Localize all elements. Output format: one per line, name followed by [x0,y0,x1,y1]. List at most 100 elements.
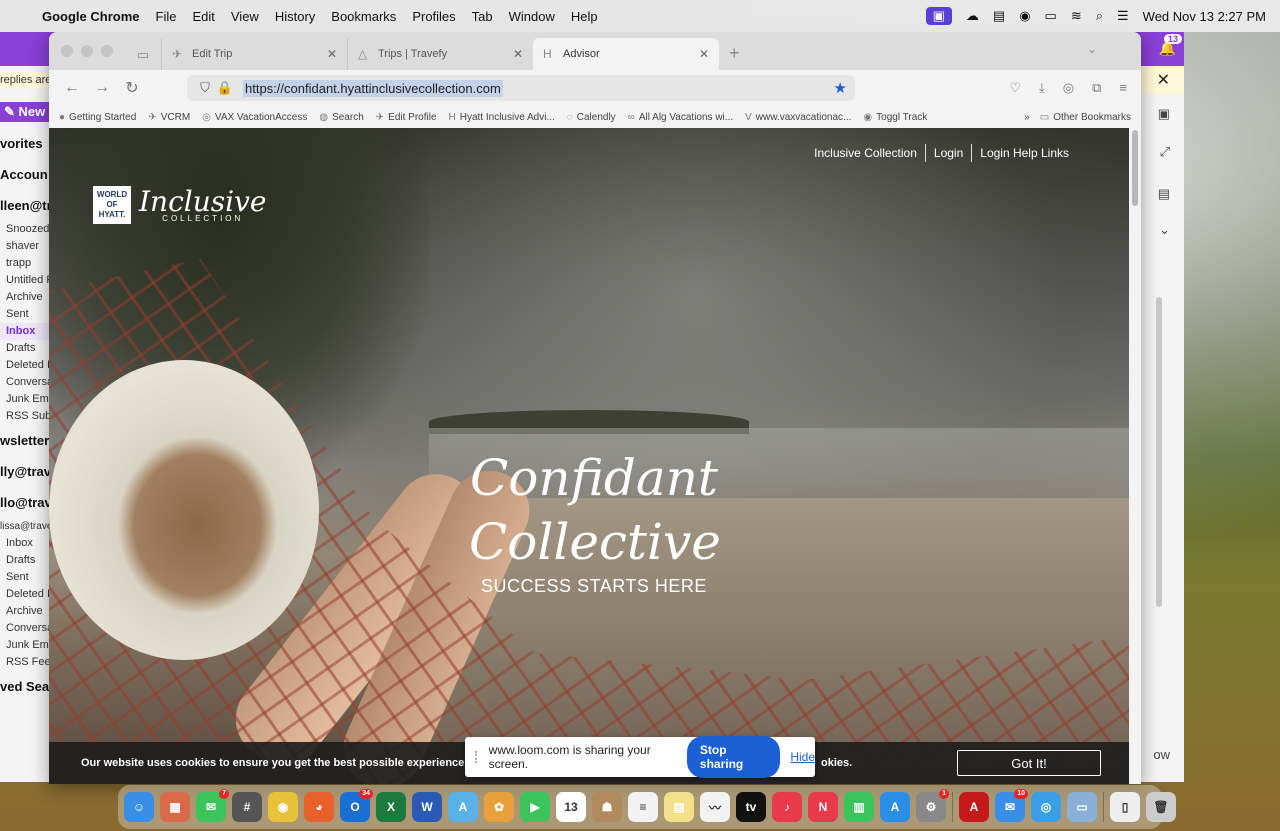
address-bar[interactable]: ⛉ 🔒 https://confidant.hyattinclusivecoll… [187,75,855,101]
close-tab-icon[interactable]: ✕ [699,47,709,61]
drag-handle-icon[interactable] [475,751,481,763]
panel-toggle-icon[interactable]: ▣ [1158,106,1170,122]
reload-icon[interactable]: ↻ [117,78,147,98]
close-window-button[interactable] [61,45,73,57]
mail-scrollbar[interactable] [1156,297,1162,607]
dock-tv-icon[interactable]: tv [736,792,766,822]
hide-banner-link[interactable]: Hide [790,750,815,764]
chevron-down-icon[interactable]: ⌄ [1159,222,1170,238]
menu-app-name[interactable]: Google Chrome [42,9,148,24]
screen-share-icon[interactable]: ▣ [925,7,952,25]
bookmark-item[interactable]: ◎ VAX VacationAccess [202,112,307,123]
stop-sharing-button[interactable]: Stop sharing [686,736,781,778]
dock-excel-icon[interactable]: X [376,792,406,822]
dock-system-settings-icon[interactable]: ⚙ 1 [916,789,949,822]
zoom-window-button[interactable] [101,45,113,57]
cloud-icon[interactable]: ☁ [966,8,979,24]
menu-edit[interactable]: Edit [184,9,222,24]
dock-facetime-icon[interactable]: ▶ [520,792,550,822]
dock-maps-icon[interactable]: A [448,792,478,822]
menu-help[interactable]: Help [563,9,606,24]
dock-calendar-icon[interactable]: 13 [556,792,586,822]
bookmark-item[interactable]: ◌ Calendly [567,112,616,123]
tab-list-chevron-icon[interactable]: ⌄ [1087,42,1097,56]
more-bookmarks-icon[interactable]: » [1024,112,1030,123]
dock-numbers-icon[interactable]: ▥ [844,792,874,822]
account-icon[interactable]: ◎ [1063,80,1074,96]
dock-reminders-icon[interactable]: ≡ [628,792,658,822]
lock-icon[interactable]: 🔒 [215,80,235,96]
nav-login[interactable]: Login [926,146,971,160]
close-tab-icon[interactable]: ✕ [513,47,523,61]
dock-calculator-icon[interactable]: # [232,792,262,822]
bookmark-item[interactable]: ● Getting Started [59,112,136,123]
back-icon[interactable]: ← [57,79,87,97]
menu-bookmarks[interactable]: Bookmarks [323,9,404,24]
menu-file[interactable]: File [148,9,185,24]
bookmark-item[interactable]: ✈ VCRM [148,112,190,123]
close-tab-icon[interactable]: ✕ [327,47,337,61]
dock-messages-icon[interactable]: ✉ 7 [196,789,229,822]
dock-contacts-icon[interactable]: ☗ [592,792,622,822]
menu-tab[interactable]: Tab [464,9,501,24]
close-notice-icon[interactable]: ✕ [1157,70,1170,90]
dock-news-icon[interactable]: N [808,792,838,822]
tab-overview-icon[interactable]: ▭ [125,40,161,70]
bookmark-item[interactable]: Vwww.vaxvacationac... [745,112,851,123]
forward-icon[interactable]: → [87,79,117,97]
dock-acrobat-icon[interactable]: A [959,792,989,822]
dock-word-icon[interactable]: W [412,792,442,822]
site-logo[interactable]: WORLD OF HYATT. Inclusive COLLECTION [93,186,266,224]
dock-finder-icon[interactable]: ☺ [124,792,154,822]
dock-launchpad-icon[interactable]: ▦ [160,792,190,822]
nav-inclusive-collection[interactable]: Inclusive Collection [806,146,925,160]
shield-icon[interactable]: ⛉ [195,80,215,96]
dock-chrome-icon[interactable]: ◉ [268,792,298,822]
bookmark-item[interactable]: ✈ Edit Profile [376,112,437,123]
menu-window[interactable]: Window [501,9,563,24]
dock-freeform-icon[interactable]: 〰 [700,792,730,822]
bookmark-star-icon[interactable]: ★ [834,79,847,97]
bookmark-item[interactable]: ◉ Toggl Track [863,112,927,123]
dock-mail-icon[interactable]: ✉ 10 [995,789,1028,822]
bookmark-item[interactable]: H Hyatt Inclusive Advi... [449,112,555,123]
pocket-icon[interactable]: ♡ [1009,80,1021,96]
url-text[interactable]: https://confidant.hyattinclusivecollecti… [243,79,503,97]
search-icon[interactable]: ⌕ [1096,8,1103,24]
contact-card-icon[interactable]: ▤ [1158,186,1170,202]
control-center-icon[interactable]: ☰ [1117,8,1129,24]
dock-documents-icon[interactable]: ▯ [1110,792,1140,822]
popout-icon[interactable]: ⤢ [1160,144,1170,160]
menu-icon[interactable]: ≡ [1119,80,1127,96]
tab-edit-trip[interactable]: ✈ Edit Trip ✕ [161,38,347,70]
dock-preview-icon[interactable]: ▭ [1067,792,1097,822]
dock-photos-icon[interactable]: ✿ [484,792,514,822]
loom-record-icon[interactable]: ◉ [1019,8,1030,24]
dock-music-icon[interactable]: ♪ [772,792,802,822]
scroll-thumb[interactable] [1132,130,1138,206]
download-icon[interactable]: ⤓ [1039,80,1045,96]
dock-safari-icon[interactable]: ◎ [1031,792,1061,822]
other-bookmarks[interactable]: ▭ Other Bookmarks [1040,112,1131,123]
new-tab-icon[interactable]: + [719,43,750,70]
dock-notes-icon[interactable]: ▤ [664,792,694,822]
extensions-icon[interactable]: ⧉ [1092,80,1101,96]
outlook-menu-icon[interactable]: ▤ [993,8,1005,24]
bookmark-item[interactable]: ∞ All Alg Vacations wi... [628,112,733,123]
tab-trips-travefy[interactable]: △ Trips | Travefy ✕ [347,38,533,70]
dock-trash-icon[interactable]: 🗑 [1146,792,1176,822]
wifi-icon[interactable]: ≋ [1071,8,1082,24]
tab-advisor[interactable]: H Advisor ✕ [533,38,719,70]
dock-firefox-icon[interactable]: ◕ [304,792,334,822]
page-scrollbar[interactable] [1129,128,1141,784]
dock-app-store-icon[interactable]: A [880,792,910,822]
menu-history[interactable]: History [267,9,323,24]
cookie-accept-button[interactable]: Got It! [957,750,1101,776]
dock-outlook-icon[interactable]: O 34 [340,789,373,822]
menu-profiles[interactable]: Profiles [404,9,463,24]
bookmark-item[interactable]: ◍ Search [319,112,363,123]
nav-login-help-links[interactable]: Login Help Links [972,146,1077,160]
menu-view[interactable]: View [223,9,267,24]
clock[interactable]: Wed Nov 13 2:27 PM [1143,9,1266,24]
minimize-window-button[interactable] [81,45,93,57]
